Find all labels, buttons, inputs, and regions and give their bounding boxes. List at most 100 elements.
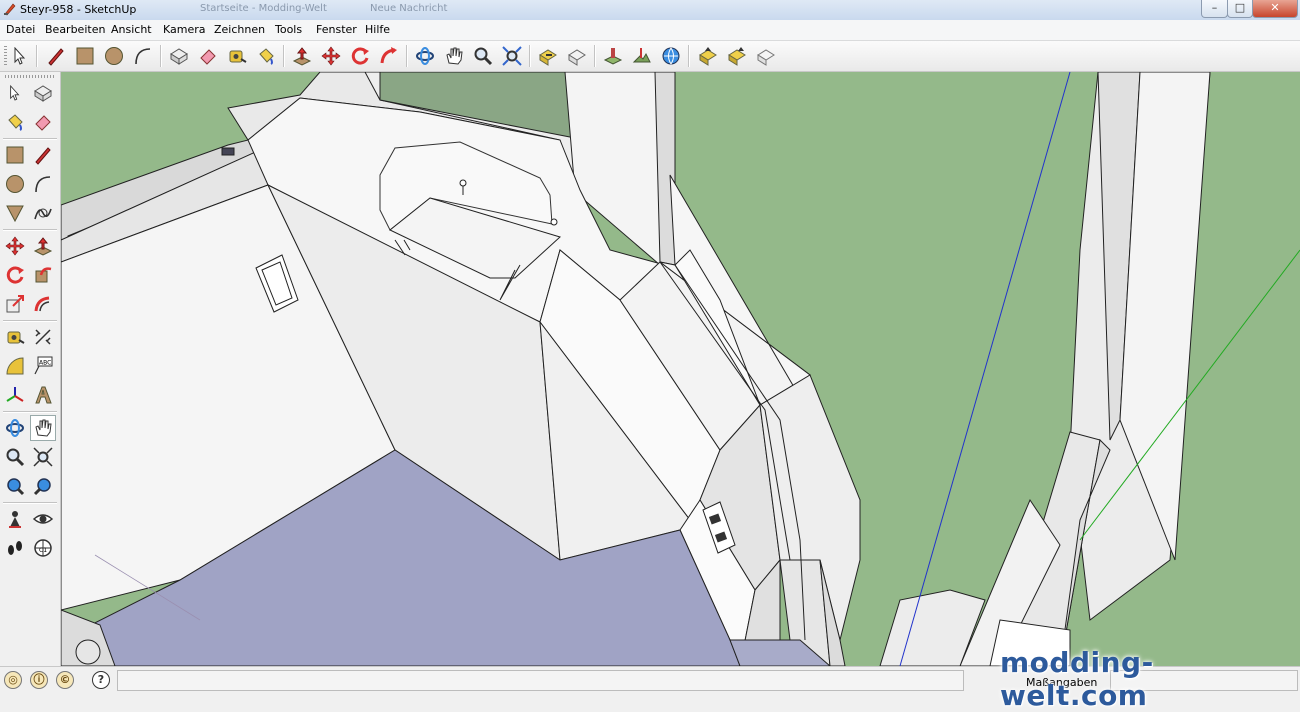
section-plane-icon[interactable]: C1 <box>30 535 56 561</box>
user-icon[interactable]: © <box>56 671 74 689</box>
dimension-icon[interactable] <box>30 324 56 350</box>
zoom-icon[interactable] <box>2 444 28 470</box>
menu-tools[interactable]: Tools <box>275 23 302 36</box>
toolbar-separator <box>36 45 38 67</box>
text-tool-label: ABC <box>39 360 51 367</box>
section-tool-label: C1 <box>39 547 47 554</box>
orbit-icon[interactable] <box>413 44 437 68</box>
window-titlebar: Steyr-958 - SketchUp Startseite - Moddin… <box>0 0 1300 21</box>
previous-view-icon[interactable] <box>536 44 560 68</box>
zoom-icon[interactable] <box>471 44 495 68</box>
circle-icon[interactable] <box>102 44 126 68</box>
follow-me-icon[interactable] <box>377 44 401 68</box>
select-icon[interactable] <box>2 80 28 106</box>
polygon-icon[interactable] <box>2 200 28 226</box>
arc-icon[interactable] <box>30 171 56 197</box>
watermark: modding-welt.com <box>1000 646 1154 712</box>
status-hint <box>117 670 964 691</box>
menu-datei[interactable]: Datei <box>6 23 35 36</box>
toolbar-separator <box>3 320 57 322</box>
toolbar-separator <box>3 138 57 140</box>
scale-icon[interactable] <box>2 291 28 317</box>
toolbar-separator <box>406 45 408 67</box>
get-component-icon[interactable] <box>754 44 778 68</box>
text-icon[interactable]: ABC <box>30 353 56 379</box>
rectangle-icon[interactable] <box>2 142 28 168</box>
toolbar-separator <box>3 411 57 413</box>
select-icon[interactable] <box>8 44 32 68</box>
geolocation-icon[interactable]: ◎ <box>4 671 22 689</box>
menu-fenster[interactable]: Fenster <box>316 23 357 36</box>
tape-measure-icon[interactable] <box>2 324 28 350</box>
menu-zeichnen[interactable]: Zeichnen <box>214 23 265 36</box>
minimize-button[interactable]: – <box>1201 0 1228 18</box>
circle-icon[interactable] <box>2 171 28 197</box>
follow-me-icon[interactable] <box>30 262 56 288</box>
move-icon[interactable] <box>319 44 343 68</box>
toolbar-separator <box>594 45 596 67</box>
look-around-icon[interactable] <box>30 506 56 532</box>
position-camera-icon[interactable] <box>2 506 28 532</box>
sketchup-app-icon <box>4 3 16 16</box>
menu-bearbeiten[interactable]: Bearbeiten <box>45 23 105 36</box>
toolbar-separator <box>3 229 57 231</box>
main-toolbar <box>0 41 1300 72</box>
menu-ansicht[interactable]: Ansicht <box>111 23 152 36</box>
toggle-terrain-icon[interactable] <box>630 44 654 68</box>
left-toolbar: ABC C1 <box>0 72 61 666</box>
make-component-icon[interactable] <box>30 80 56 106</box>
3d-text-icon[interactable] <box>30 382 56 408</box>
pan-icon[interactable] <box>442 44 466 68</box>
axes-icon[interactable] <box>2 382 28 408</box>
make-component-icon[interactable] <box>167 44 191 68</box>
move-icon[interactable] <box>2 233 28 259</box>
model-viewport[interactable] <box>61 72 1300 666</box>
rotate-icon[interactable] <box>2 262 28 288</box>
scene-drawing <box>61 72 1300 666</box>
orbit-icon[interactable] <box>2 415 28 441</box>
credits-icon[interactable]: ⓘ <box>30 671 48 689</box>
push-pull-icon[interactable] <box>30 233 56 259</box>
toolbar-separator <box>160 45 162 67</box>
protractor-icon[interactable] <box>2 353 28 379</box>
rectangle-icon[interactable] <box>73 44 97 68</box>
push-pull-icon[interactable] <box>290 44 314 68</box>
close-button[interactable]: ✕ <box>1252 0 1298 18</box>
previous-icon[interactable] <box>30 473 56 499</box>
toolbar-separator <box>3 502 57 504</box>
background-tab: Neue Nachricht <box>370 3 448 14</box>
toolbar-grip[interactable] <box>5 75 55 78</box>
menu-kamera[interactable]: Kamera <box>163 23 206 36</box>
freehand-icon[interactable] <box>30 200 56 226</box>
arc-icon[interactable] <box>131 44 155 68</box>
help-icon[interactable]: ? <box>92 671 110 689</box>
line-icon[interactable] <box>30 142 56 168</box>
menu-hilfe[interactable]: Hilfe <box>365 23 390 36</box>
pan-icon[interactable] <box>30 415 56 441</box>
get-models-icon[interactable] <box>659 44 683 68</box>
share-model-icon[interactable] <box>696 44 720 68</box>
next-view-icon[interactable] <box>565 44 589 68</box>
eraser-icon[interactable] <box>30 109 56 135</box>
add-location-icon[interactable] <box>601 44 625 68</box>
zoom-window-icon[interactable] <box>30 444 56 470</box>
menubar: Datei Bearbeiten Ansicht Kamera Zeichnen… <box>0 20 1300 41</box>
toolbar-separator <box>688 45 690 67</box>
tape-measure-icon[interactable] <box>225 44 249 68</box>
rotate-icon[interactable] <box>348 44 372 68</box>
toolbar-grip[interactable] <box>4 46 7 66</box>
zoom-extents-icon[interactable] <box>500 44 524 68</box>
paint-bucket-icon[interactable] <box>2 109 28 135</box>
offset-icon[interactable] <box>30 291 56 317</box>
zoom-extents-icon[interactable] <box>2 473 28 499</box>
window-title: Steyr-958 - SketchUp <box>20 3 137 16</box>
pencil-icon[interactable] <box>44 44 68 68</box>
eraser-icon[interactable] <box>196 44 220 68</box>
paint-bucket-icon[interactable] <box>254 44 278 68</box>
upload-component-icon[interactable] <box>725 44 749 68</box>
toolbar-separator <box>283 45 285 67</box>
background-tab: Startseite - Modding-Welt <box>200 3 327 14</box>
maximize-button[interactable]: □ <box>1227 0 1253 18</box>
walk-icon[interactable] <box>2 535 28 561</box>
toolbar-separator <box>529 45 531 67</box>
